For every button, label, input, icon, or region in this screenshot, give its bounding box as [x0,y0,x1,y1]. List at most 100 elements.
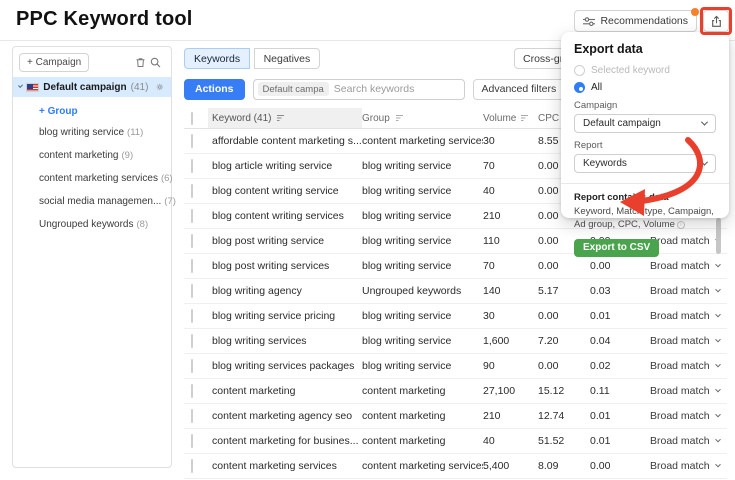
match-type-dropdown[interactable]: Broad match [650,460,727,472]
match-type-dropdown[interactable]: Broad match [650,285,727,297]
recommendations-button[interactable]: Recommendations [574,10,697,32]
table-row: content marketing services content marke… [184,454,727,479]
sidebar-group-item[interactable]: blog writing service (11) [13,121,171,144]
sidebar-item-default-campaign[interactable]: Default campaign (41) [13,77,171,97]
chevron-down-icon[interactable] [18,83,23,88]
gear-icon[interactable] [156,82,164,92]
keyword-cell[interactable]: blog content writing services [212,210,344,222]
sort-icon[interactable] [276,114,285,122]
campaign-filter-chip[interactable]: Default campa [258,82,329,96]
select-all-checkbox[interactable] [191,112,193,125]
group-count: (7) [164,196,176,207]
tab-keywords[interactable]: Keywords [184,48,250,69]
row-checkbox[interactable] [191,434,193,448]
search-button[interactable] [148,55,163,70]
match-type-dropdown[interactable]: Broad match [650,410,727,422]
keyword-cell[interactable]: content marketing services [212,460,337,472]
cpc-cell: 0.00 [538,235,558,247]
table-row: blog writing agency Ungrouped keywords 1… [184,279,727,304]
tab-negatives[interactable]: Negatives [254,48,321,69]
group-count: (9) [122,150,134,161]
keyword-cell[interactable]: affordable content marketing s... [212,135,362,147]
sidebar-group-item[interactable]: social media managemen... (7) [13,190,171,213]
campaign-count: (41) [131,82,149,93]
sidebar-group-item[interactable]: Ungrouped keywords (8) [13,213,171,236]
campaign-select[interactable]: Default campaign [574,114,716,133]
cpc-cell: 5.17 [538,285,558,297]
match-type-dropdown[interactable]: Broad match [650,260,727,272]
keyword-cell[interactable]: blog writing agency [212,285,302,297]
vertical-scrollbar[interactable] [716,218,721,254]
sidebar-group-item[interactable]: content marketing (9) [13,144,171,167]
radio-icon[interactable] [574,65,585,76]
row-checkbox[interactable] [191,334,193,348]
ppc-keyword-tool-window: PPC Keyword tool Recommendations + Campa… [0,0,735,480]
row-checkbox[interactable] [191,234,193,248]
export-to-csv-button[interactable]: Export to CSV [574,239,659,257]
sidebar-group-item[interactable]: content marketing services (6) [13,167,171,190]
keyword-cell[interactable]: blog writing service pricing [212,310,335,322]
row-checkbox[interactable] [191,259,193,273]
row-checkbox[interactable] [191,284,193,298]
sort-icon[interactable] [395,114,404,122]
match-type-dropdown[interactable]: Broad match [650,310,727,322]
row-checkbox[interactable] [191,309,193,323]
sort-icon[interactable] [520,114,529,122]
competition-cell: 0.00 [590,460,610,472]
table-row: blog writing services packages blog writ… [184,354,727,379]
radio-icon-checked[interactable] [574,82,585,93]
chevron-down-icon [715,437,721,443]
row-checkbox[interactable] [191,359,193,373]
chevron-down-icon [715,387,721,393]
report-contains-list: Keyword, Match type, Campaign, Ad group,… [574,206,714,230]
row-checkbox[interactable] [191,184,193,198]
add-group-button[interactable]: + Group [39,106,171,117]
row-checkbox[interactable] [191,134,193,148]
keyword-cell[interactable]: blog post writing service [212,235,324,247]
table-row: content marketing agency seo content mar… [184,404,727,429]
match-type-value: Broad match [650,310,710,322]
volume-cell: 30 [483,135,495,147]
match-type-dropdown[interactable]: Broad match [650,360,727,372]
column-header-group[interactable]: Group [362,113,483,124]
tab-negatives-label: Negatives [264,53,311,65]
chevron-down-icon [715,312,721,318]
add-campaign-button[interactable]: + Campaign [19,53,89,72]
volume-cell: 90 [483,360,495,372]
match-type-dropdown[interactable]: Broad match [650,435,727,447]
keyword-cell[interactable]: blog post writing services [212,260,329,272]
row-checkbox[interactable] [191,409,193,423]
delete-button[interactable] [133,55,148,70]
keyword-cell[interactable]: blog writing services [212,335,307,347]
match-type-dropdown[interactable]: Broad match [650,335,727,347]
us-flag-icon [26,83,39,92]
row-checkbox[interactable] [191,384,193,398]
chevron-down-icon [715,337,721,343]
radio-selected-keyword[interactable]: Selected keyword [574,65,716,76]
match-type-dropdown[interactable]: Broad match [650,385,727,397]
row-checkbox[interactable] [191,459,193,473]
keyword-cell[interactable]: blog writing services packages [212,360,354,372]
row-checkbox[interactable] [191,209,193,223]
column-header-volume[interactable]: Volume [483,113,538,124]
search-input[interactable]: Default campa Search keywords [253,79,465,100]
competition-cell: 0.02 [590,360,610,372]
search-placeholder: Search keywords [334,83,415,95]
keyword-cell[interactable]: blog article writing service [212,160,332,172]
keyword-cell[interactable]: content marketing agency seo [212,410,352,422]
row-checkbox[interactable] [191,159,193,173]
column-header-keyword[interactable]: Keyword (41) [208,108,362,128]
actions-button[interactable]: Actions [184,79,245,100]
report-select[interactable]: Keywords [574,154,716,173]
radio-all[interactable]: All [574,82,716,93]
group-cell: blog writing service [362,185,451,197]
keyword-cell[interactable]: content marketing for busines... [212,435,359,447]
keyword-cell[interactable]: blog content writing service [212,185,339,197]
page-title: PPC Keyword tool [16,8,193,31]
volume-cell: 40 [483,185,495,197]
group-label: Ungrouped keywords [39,219,134,230]
advanced-filters-label: Advanced filters [482,83,557,95]
export-button[interactable] [703,10,729,32]
keyword-cell[interactable]: content marketing [212,385,295,397]
info-icon[interactable]: i [677,221,685,229]
